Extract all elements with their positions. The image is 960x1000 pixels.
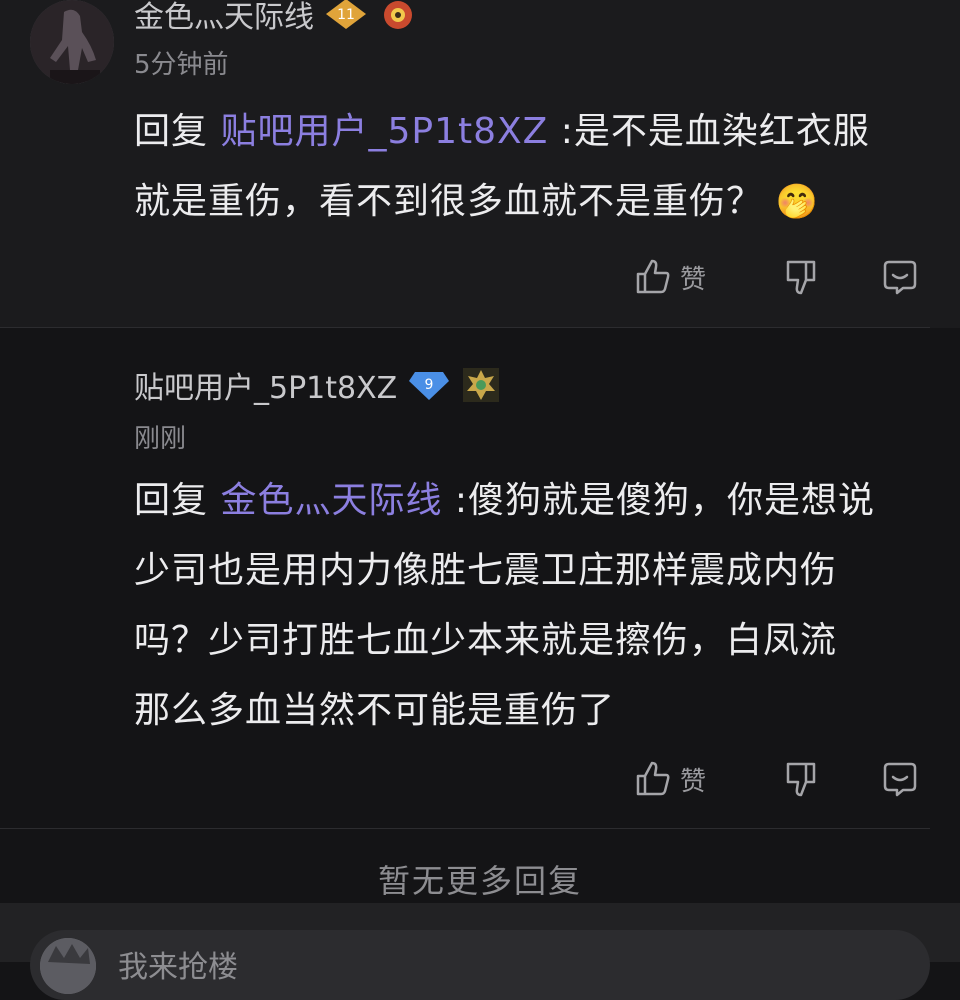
comment-time: 5分钟前 [134,50,229,80]
comment-line: 吗？少司打胜七血少本来就是擦伤，白凤流 [134,620,838,661]
comment-line: 就是重伤，看不到很多血就不是重伤？ 🤭 [134,167,934,237]
divider [0,828,930,829]
emoji: 🤭 [775,182,819,222]
comment-actions: 赞 [620,755,930,803]
level-number: 9 [425,377,434,393]
dislike-button[interactable] [756,253,846,301]
thumb-down-icon [786,260,816,295]
divider [0,327,930,328]
comment-text: :傻狗就是傻狗，你是想说 [442,480,876,521]
medal-icon [461,366,501,404]
mention-link[interactable]: 金色灬天际线 [220,480,442,521]
dislike-button[interactable] [756,755,846,803]
thumb-up-icon [636,761,670,796]
comment-username[interactable]: 金色灬天际线 11 [134,0,418,36]
comment-body: 回复 金色灬天际线 :傻狗就是傻狗，你是想说 少司也是用内力像胜七震卫庄那样震成… [134,466,934,746]
comment-username[interactable]: 贴吧用户_5P1t8XZ 9 [134,363,501,407]
avatar[interactable] [30,0,114,84]
reply-button[interactable] [870,253,930,301]
like-label: 赞 [679,766,706,797]
reply-button[interactable] [870,755,930,803]
comment-line: 回复 贴吧用户_5P1t8XZ :是不是血染红衣服 [134,97,934,167]
reply-input-placeholder[interactable]: 我来抢楼 [118,942,238,986]
comment-line: 少司也是用内力像胜七震卫庄那样震成内伤 [134,550,838,591]
medal-icon [378,0,418,31]
comment-line: 回复 金色灬天际线 :傻狗就是傻狗，你是想说 [134,466,934,536]
level-diamond-icon: 9 [407,368,451,402]
comment-body: 回复 贴吧用户_5P1t8XZ :是不是血染红衣服 就是重伤，看不到很多血就不是… [134,97,934,237]
reply-bubble-icon [883,260,917,295]
like-button[interactable]: 赞 [620,253,720,301]
comment-line: 那么多血当然不可能是重伤了 [134,690,616,731]
mention-link[interactable]: 贴吧用户_5P1t8XZ [220,111,548,152]
username-text[interactable]: 金色灬天际线 [134,0,314,36]
reply-prefix: 回复 [134,111,209,152]
like-button[interactable]: 赞 [620,755,720,803]
comment-actions: 赞 [620,253,930,301]
comment-time: 刚刚 [134,424,187,454]
reply-prefix: 回复 [134,480,209,521]
reply-bubble-icon [883,762,917,797]
thumb-up-icon [636,259,670,294]
avatar [40,938,96,994]
thumb-down-icon [786,762,816,797]
username-text[interactable]: 贴吧用户_5P1t8XZ [134,363,397,407]
like-label: 赞 [679,264,706,295]
comment-text: :是不是血染红衣服 [548,111,870,152]
no-more-replies: 暂无更多回复 [377,862,582,900]
comment-text: 就是重伤，看不到很多血就不是重伤？ [134,181,764,222]
level-number: 11 [337,7,355,23]
level-diamond-icon: 11 [324,0,368,31]
